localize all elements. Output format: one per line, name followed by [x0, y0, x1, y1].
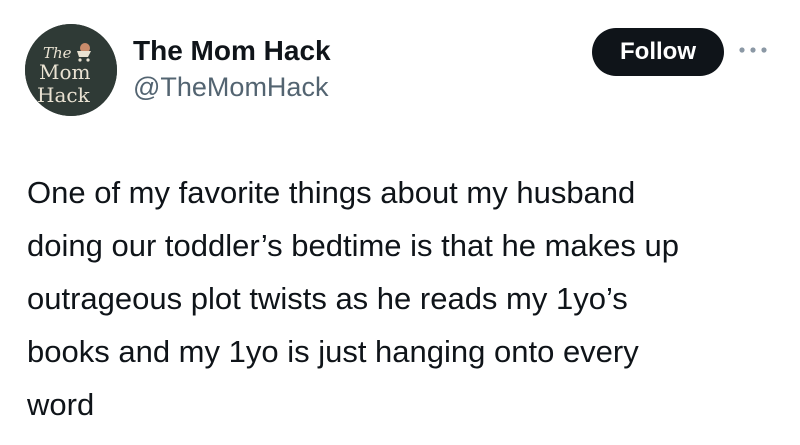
- tweet-text: One of my favorite things about my husba…: [27, 166, 787, 431]
- author-info: The Mom Hack @TheMomHack: [133, 34, 331, 103]
- logo-word-hack: Hack: [37, 83, 91, 107]
- user-handle[interactable]: @TheMomHack: [133, 71, 331, 103]
- tweet-text-line: books and my 1yo is just hanging onto ev…: [27, 334, 639, 369]
- tweet-text-line: outrageous plot twists as he reads my 1y…: [27, 281, 628, 316]
- tweet-text-line: doing our toddler’s bedtime is that he m…: [27, 228, 679, 263]
- tweet-text-line: One of my favorite things about my husba…: [27, 175, 636, 210]
- logo-word-mom: Mom: [39, 60, 91, 84]
- mom-hack-logo: The Mom Hack: [25, 24, 117, 116]
- more-horizontal-icon[interactable]: [738, 44, 768, 56]
- avatar[interactable]: The Mom Hack: [25, 24, 117, 116]
- tweet-text-line: word: [27, 387, 95, 422]
- display-name[interactable]: The Mom Hack: [133, 34, 331, 68]
- follow-button[interactable]: Follow: [592, 28, 724, 76]
